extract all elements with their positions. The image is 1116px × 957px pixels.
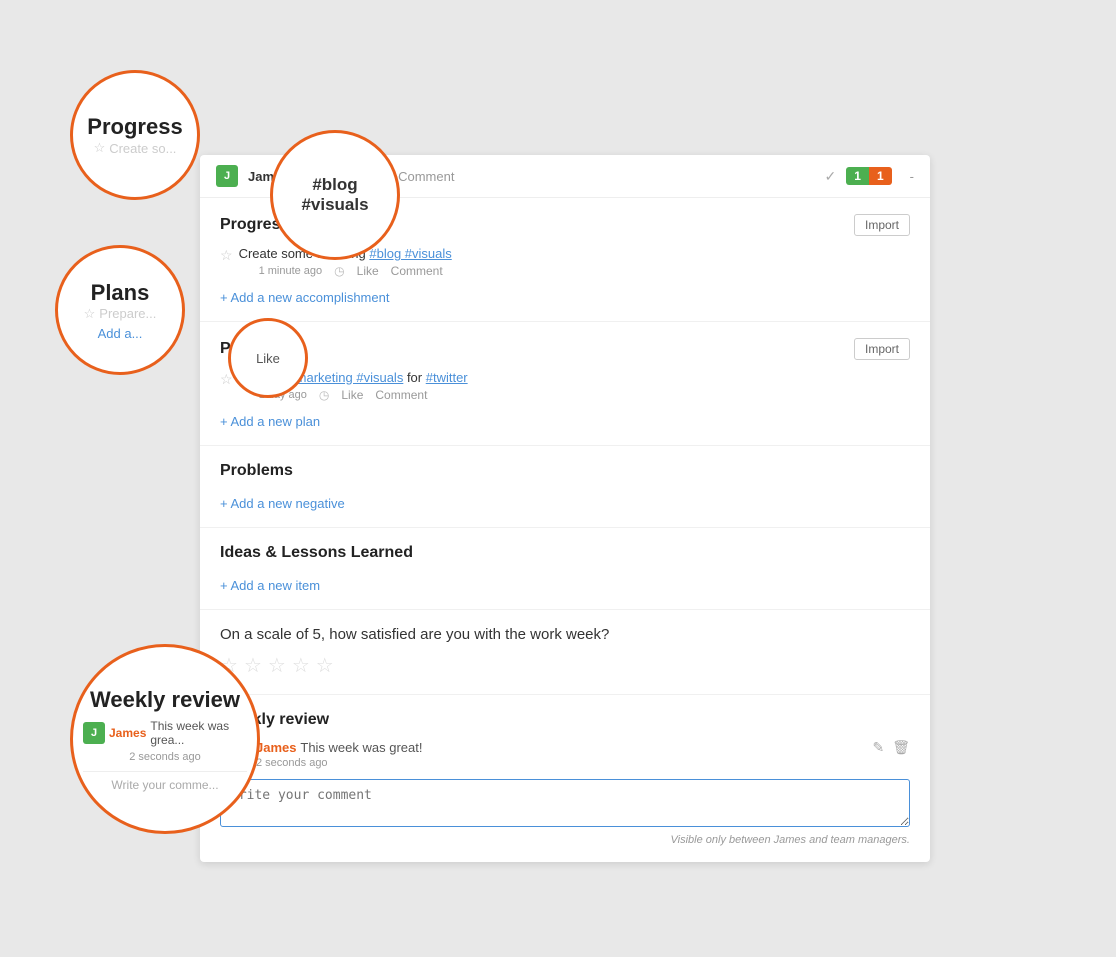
user-avatar: J	[216, 165, 238, 187]
circle-progress-sub: Create so...	[109, 141, 176, 156]
circle-weekly-annotation: Weekly review J James This week was grea…	[70, 644, 260, 834]
circle-plans-add: Add a...	[98, 326, 143, 341]
circle-plans-annotation: Plans ☆ Prepare... Add a...	[55, 245, 185, 375]
plans-import-button[interactable]: Import	[854, 338, 910, 360]
weekly-review-comment: J James This week was great! 2 seconds a…	[220, 739, 910, 769]
circle-plans-title: Plans	[91, 280, 150, 306]
count-badges: 1 1	[846, 167, 891, 185]
progress-item-comment-action[interactable]: Comment	[391, 264, 443, 278]
satisfaction-question: On a scale of 5, how satisfied are you w…	[220, 626, 910, 643]
progress-item-tags[interactable]: #blog #visuals	[369, 246, 451, 261]
circle-tag-annotation: #blog #visuals	[270, 130, 400, 260]
circle-weekly-avatar: J	[83, 722, 105, 744]
circle-weekly-time: 2 seconds ago	[129, 751, 201, 763]
main-panel: J James #blog #visuals Comment ✓ 1 1 - P…	[200, 155, 930, 862]
circle-like-label: Like	[256, 351, 280, 366]
satisfaction-section: On a scale of 5, how satisfied are you w…	[200, 610, 930, 695]
delete-icon[interactable]: 🗑	[892, 739, 910, 756]
badge-green: 1	[846, 167, 869, 185]
review-content: James This week was great! 2 seconds ago	[256, 739, 864, 769]
progress-item-time: 1 minute ago	[259, 265, 323, 277]
progress-import-button[interactable]: Import	[854, 214, 910, 236]
plans-item-tags-marketing[interactable]: #marketing #visuals	[288, 370, 403, 385]
weekly-review-section: Weekly review J James This week was grea…	[200, 695, 930, 862]
comment-input-wrapper: Visible only between James and team mana…	[220, 779, 910, 846]
review-author: James	[256, 740, 296, 755]
comment-input[interactable]	[220, 779, 910, 827]
plans-item: ☆ Prepare #marketing #visuals for #twitt…	[220, 370, 910, 402]
edit-icon[interactable]: ✎	[872, 739, 884, 756]
comment-visibility: Visible only between James and team mana…	[220, 834, 910, 846]
plans-item-clock-icon: ◷	[319, 388, 329, 402]
star-3[interactable]: ☆	[268, 653, 286, 678]
problems-section: Problems + Add a new negative	[200, 446, 930, 528]
add-accomplishment-link[interactable]: + Add a new accomplishment	[220, 290, 389, 305]
top-bar-comment: Comment	[398, 169, 814, 184]
satisfaction-stars: ☆ ☆ ☆ ☆ ☆	[220, 653, 910, 678]
circle-weekly-comment-hint: Write your comme...	[83, 771, 247, 792]
progress-item-like-action[interactable]: Like	[357, 264, 379, 278]
problems-title: Problems	[220, 462, 293, 480]
add-plan-link[interactable]: + Add a new plan	[220, 414, 320, 429]
problems-header: Problems	[220, 462, 910, 480]
ideas-section: Ideas & Lessons Learned + Add a new item	[200, 528, 930, 610]
circle-weekly-author: James	[109, 726, 146, 740]
circle-like-annotation: Like	[228, 318, 308, 398]
circle-plans-sub: Prepare...	[99, 306, 156, 321]
plans-header: Plans Import	[220, 338, 910, 360]
plans-section: Plans Import ☆ Prepare #marketing #visua…	[200, 322, 930, 446]
star-2[interactable]: ☆	[244, 653, 262, 678]
badge-orange: 1	[869, 167, 892, 185]
plans-item-like-action[interactable]: Like	[341, 388, 363, 402]
review-text: This week was great!	[300, 740, 422, 755]
review-actions: ✎ 🗑	[872, 739, 910, 756]
star-5[interactable]: ☆	[316, 653, 334, 678]
circle-progress-annotation: Progress ☆ Create so...	[70, 70, 200, 200]
progress-item-meta: 1 minute ago ◷ Like Comment	[259, 264, 452, 278]
ideas-title: Ideas & Lessons Learned	[220, 544, 413, 562]
progress-item-star[interactable]: ☆	[220, 247, 233, 264]
plans-item-comment-action[interactable]: Comment	[375, 388, 427, 402]
check-icon: ✓	[825, 168, 837, 185]
add-item-link[interactable]: + Add a new item	[220, 578, 320, 593]
top-bar-dash: -	[910, 169, 914, 184]
circle-weekly-text: This week was grea...	[150, 719, 247, 747]
weekly-review-header: Weekly review	[220, 711, 910, 729]
circle-progress-title: Progress	[87, 114, 182, 140]
progress-item-clock-icon: ◷	[334, 264, 344, 278]
circle-weekly-title: Weekly review	[90, 687, 240, 713]
add-negative-link[interactable]: + Add a new negative	[220, 496, 345, 511]
star-4[interactable]: ☆	[292, 653, 310, 678]
ideas-header: Ideas & Lessons Learned	[220, 544, 910, 562]
circle-tag-text: #blog #visuals	[283, 175, 387, 215]
review-time: 2 seconds ago	[256, 757, 864, 769]
plans-item-tag-twitter[interactable]: #twitter	[426, 370, 468, 385]
